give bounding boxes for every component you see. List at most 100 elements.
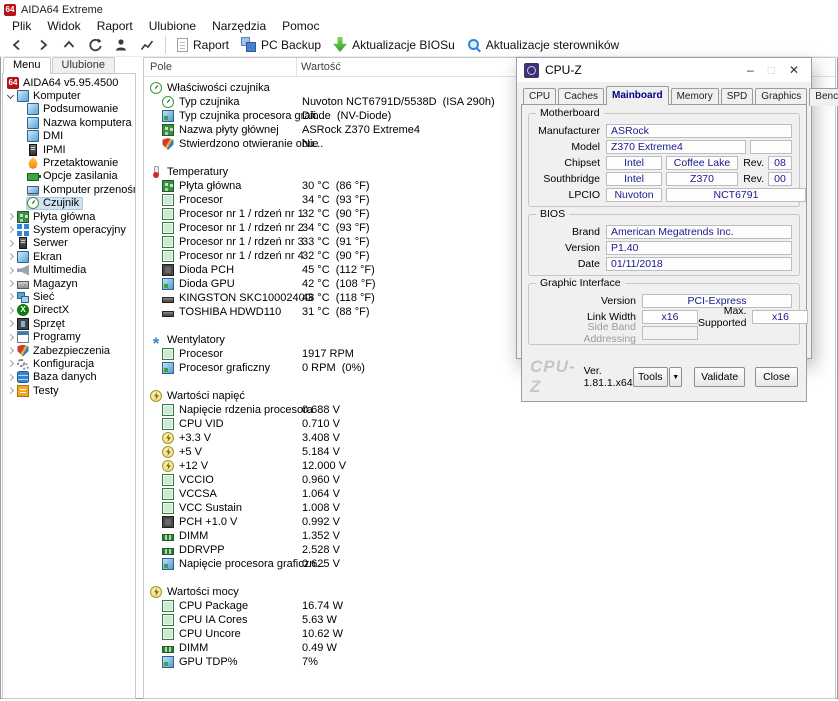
pc-backup-button[interactable]: PC Backup — [235, 34, 327, 55]
tree-item-multimedia[interactable]: Multimedia — [3, 263, 135, 276]
chevron-collapsed-icon[interactable] — [6, 210, 16, 223]
tree-item-siec[interactable]: Sieć — [3, 290, 135, 303]
tree-item-komputer-przenosny[interactable]: Komputer przenośny — [3, 183, 135, 197]
sensor-row[interactable]: Napięcie procesora graficzn... 0.625 V — [144, 557, 835, 571]
minimize-icon[interactable]: – — [747, 58, 754, 82]
driver-updates-button[interactable]: Aktualizacje sterowników — [461, 34, 625, 55]
tree-item-system-operacyjny[interactable]: System operacyjny — [3, 223, 135, 236]
cpuz-title-bar[interactable]: CPU-Z – □ ✕ — [517, 58, 811, 82]
report-wizard-button[interactable] — [108, 34, 134, 55]
tree-item-ipmi[interactable]: IPMI — [3, 143, 135, 156]
chevron-collapsed-icon[interactable] — [6, 304, 16, 317]
tree-item-komputer[interactable]: Komputer — [3, 89, 135, 103]
close-icon[interactable]: ✕ — [789, 58, 799, 82]
sidebar-splitter[interactable] — [136, 57, 143, 699]
menu-item[interactable]: Narzędzia — [204, 19, 274, 33]
bios-version-field[interactable]: P1.40 — [606, 241, 792, 255]
tree-item-programy[interactable]: Programy — [3, 330, 135, 344]
cpuz-tab[interactable]: Bench — [809, 88, 838, 106]
tree-item-przetaktowanie[interactable]: Przetaktowanie — [3, 156, 135, 170]
sensor-row[interactable]: CPU Package 16.74 W — [144, 599, 835, 613]
chevron-collapsed-icon[interactable] — [6, 223, 16, 236]
chevron-collapsed-icon[interactable] — [6, 277, 16, 290]
tree-item-opcje-zasilania[interactable]: Opcje zasilania — [3, 170, 135, 183]
lpcio-vendor-field[interactable]: Nuvoton — [606, 188, 662, 202]
sensor-row[interactable]: +3.3 V 3.408 V — [144, 431, 835, 445]
lpcio-name-field[interactable]: NCT6791 — [666, 188, 806, 202]
chevron-collapsed-icon[interactable] — [6, 357, 16, 370]
tree-item-testy[interactable]: Testy — [3, 384, 135, 397]
chevron-expanded-icon[interactable] — [6, 90, 16, 103]
sensor-row[interactable]: Napięcie rdzenia procesora 0.688 V — [144, 403, 835, 417]
menu-item[interactable]: Plik — [4, 19, 39, 33]
model-field[interactable]: Z370 Extreme4 — [606, 140, 746, 154]
chevron-collapsed-icon[interactable] — [6, 317, 16, 330]
title-bar[interactable]: AIDA64 Extreme — [0, 0, 838, 18]
sensor-row[interactable]: CPU IA Cores 5.63 W — [144, 613, 835, 627]
column-header-pole[interactable]: Pole — [144, 61, 296, 73]
tools-dropdown-button[interactable]: ▼ — [669, 367, 683, 387]
tree-item-czujnik[interactable]: Czujnik — [3, 196, 135, 210]
tree-item-plyta-glowna[interactable]: Płyta główna — [3, 210, 135, 223]
tree-item-sprzet[interactable]: Sprzęt — [3, 317, 135, 330]
validate-button[interactable]: Validate — [694, 367, 745, 387]
bios-brand-field[interactable]: American Megatrends Inc. — [606, 225, 792, 239]
manufacturer-field[interactable]: ASRock — [606, 124, 792, 138]
tools-button[interactable]: Tools — [632, 367, 669, 387]
model-extra-field[interactable] — [750, 140, 792, 154]
sensor-row[interactable]: DIMM 1.352 V — [144, 529, 835, 543]
tree-item-directx[interactable]: DirectX — [3, 304, 135, 317]
refresh-button[interactable] — [82, 34, 108, 55]
menu-item[interactable]: Pomoc — [274, 19, 327, 33]
chipset-name-field[interactable]: Coffee Lake — [666, 156, 738, 170]
sensor-row[interactable]: GPU TDP% 7% — [144, 655, 835, 669]
tree-item-dmi[interactable]: DMI — [3, 130, 135, 143]
sensor-graph-button[interactable] — [134, 34, 160, 55]
chevron-collapsed-icon[interactable] — [6, 290, 16, 303]
link-width-field[interactable]: x16 — [642, 310, 698, 324]
chipset-vendor-field[interactable]: Intel — [606, 156, 662, 170]
sensor-section-row[interactable]: Wartości mocy — [144, 585, 835, 599]
sensor-row[interactable]: PCH +1.0 V 0.992 V — [144, 515, 835, 529]
max-supported-field[interactable]: x16 — [752, 310, 809, 324]
sensor-row[interactable]: CPU VID 0.710 V — [144, 417, 835, 431]
chevron-collapsed-icon[interactable] — [6, 371, 16, 384]
sensor-row[interactable]: VCCIO 0.960 V — [144, 473, 835, 487]
southbridge-name-field[interactable]: Z370 — [666, 172, 738, 186]
close-button[interactable]: Close — [755, 367, 798, 387]
sensor-row[interactable]: VCC Sustain 1.008 V — [144, 501, 835, 515]
chevron-collapsed-icon[interactable] — [6, 344, 16, 357]
sensor-row[interactable]: CPU Uncore 10.62 W — [144, 627, 835, 641]
back-button[interactable] — [4, 34, 30, 55]
chevron-collapsed-icon[interactable] — [6, 264, 16, 277]
forward-button[interactable] — [30, 34, 56, 55]
menu-item[interactable]: Raport — [89, 19, 141, 33]
report-button[interactable]: Raport — [171, 34, 235, 55]
cpuz-tab[interactable]: Mainboard — [606, 86, 669, 105]
tree-item-baza-danych[interactable]: Baza danych — [3, 371, 135, 384]
tree-item-konfiguracja[interactable]: Konfiguracja — [3, 357, 135, 370]
southbridge-rev-field[interactable]: 00 — [768, 172, 792, 186]
menu-item[interactable]: Ulubione — [141, 19, 204, 33]
chevron-collapsed-icon[interactable] — [6, 237, 16, 250]
tree-item-magazyn[interactable]: Magazyn — [3, 277, 135, 290]
sidebar-tab[interactable]: Ulubione — [51, 57, 115, 73]
tree-item-nazwa-komputera[interactable]: Nazwa komputera — [3, 116, 135, 129]
tree-item-podsumowanie[interactable]: Podsumowanie — [3, 103, 135, 116]
sensor-row[interactable]: +12 V 12.000 V — [144, 459, 835, 473]
sensor-row[interactable]: +5 V 5.184 V — [144, 445, 835, 459]
sensor-row[interactable]: DDRVPP 2.528 V — [144, 543, 835, 557]
bios-updates-button[interactable]: Aktualizacje BIOSu — [327, 34, 461, 55]
chevron-collapsed-icon[interactable] — [6, 331, 16, 344]
bios-date-field[interactable]: 01/11/2018 — [606, 257, 792, 271]
menu-item[interactable]: Widok — [39, 19, 88, 33]
tree-item-zabezpieczenia[interactable]: Zabezpieczenia — [3, 344, 135, 357]
sensor-row[interactable]: VCCSA 1.064 V — [144, 487, 835, 501]
tree-item-ekran[interactable]: Ekran — [3, 250, 135, 263]
tree-item-aida64-v5-95-4500[interactable]: AIDA64 v5.95.4500 — [3, 76, 135, 89]
chevron-collapsed-icon[interactable] — [6, 250, 16, 263]
sensor-row[interactable]: DIMM 0.49 W — [144, 641, 835, 655]
up-button[interactable] — [56, 34, 82, 55]
sidebar-tab[interactable]: Menu — [3, 57, 51, 74]
chipset-rev-field[interactable]: 08 — [768, 156, 792, 170]
